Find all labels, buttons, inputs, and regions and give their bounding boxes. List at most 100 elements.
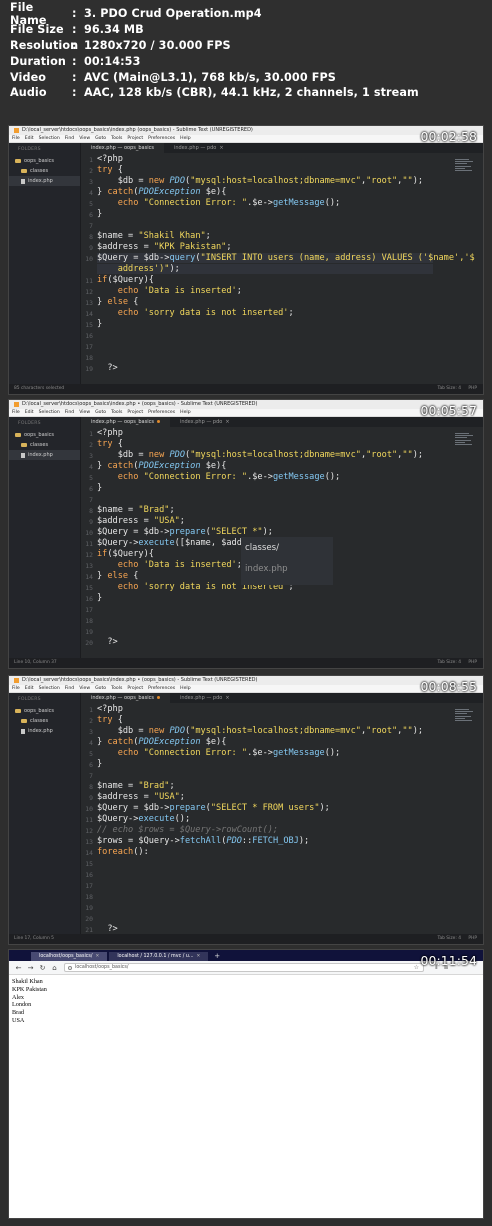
menu-help[interactable]: Help: [180, 409, 190, 416]
tab-close-icon[interactable]: ✕: [197, 952, 201, 961]
code-editor[interactable]: 1 <?php 2 try { 3 $db = new PDO("mysql:hos…: [81, 153, 483, 384]
sidebar-folder-oops-basics[interactable]: oops_basics: [9, 706, 80, 716]
browser-tab-phpmyadmin[interactable]: localhost / 127.0.0.1 / mvc / u... ✕: [109, 952, 209, 961]
menu-project[interactable]: Project: [127, 135, 143, 142]
menu-preferences[interactable]: Preferences: [148, 685, 175, 692]
menu-view[interactable]: View: [79, 409, 90, 416]
menu-view[interactable]: View: [79, 685, 90, 692]
reload-icon[interactable]: ↻: [38, 964, 47, 972]
menu-edit[interactable]: Edit: [25, 135, 34, 142]
line-number: 20: [85, 915, 93, 923]
line-number: 11: [85, 540, 93, 548]
sidebar-file-index[interactable]: index.php: [9, 726, 80, 736]
tab-index-oops[interactable]: index.php — oops_basics: [81, 143, 164, 153]
tab-close-icon[interactable]: ✕: [96, 952, 100, 961]
line-number: 2: [89, 717, 93, 725]
menu-tools[interactable]: Tools: [111, 409, 122, 416]
tab-index-oops[interactable]: index.php — oops_basics: [81, 417, 170, 427]
forward-arrow-icon[interactable]: →: [26, 964, 35, 972]
tab-index-pdo[interactable]: index.php — pdo ×: [170, 693, 240, 703]
menu-selection[interactable]: Selection: [39, 685, 60, 692]
minimap[interactable]: [455, 709, 475, 725]
menu-preferences[interactable]: Preferences: [148, 135, 175, 142]
menu-selection[interactable]: Selection: [39, 135, 60, 142]
menu-find[interactable]: Find: [65, 135, 74, 142]
line-number: 7: [89, 496, 93, 504]
status-syntax[interactable]: PHP: [468, 934, 477, 944]
menu-file[interactable]: File: [12, 409, 20, 416]
tab-close-icon[interactable]: ×: [225, 695, 229, 701]
bookmark-star-icon[interactable]: ☆: [414, 964, 419, 972]
new-tab-button[interactable]: +: [210, 952, 224, 961]
minimap[interactable]: [455, 433, 475, 449]
menu-file[interactable]: File: [12, 685, 20, 692]
sidebar-file-index[interactable]: index.php: [9, 450, 80, 460]
line-number: 9: [89, 518, 93, 526]
sidebar-folder-oops-basics[interactable]: oops_basics: [9, 430, 80, 440]
code-line: $db = new PDO("mysql:host=localhost;dbna…: [97, 726, 424, 736]
sublime-logo-icon: [14, 402, 19, 407]
autocomplete-item[interactable]: classes/: [245, 540, 329, 561]
output-line: KPK Pakistan: [12, 985, 47, 993]
sidebar-folder-classes[interactable]: classes: [9, 716, 80, 726]
menu-find[interactable]: Find: [65, 685, 74, 692]
media-info-panel: File Name:3. PDO Crud Operation.mp4 File…: [0, 0, 492, 120]
tab-index-pdo[interactable]: index.php — pdo ×: [170, 417, 240, 427]
code-editor[interactable]: 1 <?php 2 try { 3 $db = new PDO("mysql:hos…: [81, 427, 483, 658]
menu-preferences[interactable]: Preferences: [148, 409, 175, 416]
status-tab-size[interactable]: Tab Size: 4: [437, 658, 461, 668]
browser-tab-oops-basics[interactable]: localhost/oops_basics/✕: [31, 952, 108, 961]
menu-tools[interactable]: Tools: [111, 685, 122, 692]
info-row-file-name: File Name:3. PDO Crud Operation.mp4: [10, 1, 492, 27]
menu-help[interactable]: Help: [180, 685, 190, 692]
tab-label: index.php — pdo: [179, 695, 223, 701]
line-number: 18: [85, 893, 93, 901]
menu-goto[interactable]: Goto: [95, 135, 106, 142]
status-syntax[interactable]: PHP: [468, 384, 477, 394]
menu-goto[interactable]: Goto: [95, 685, 106, 692]
url-bar[interactable]: localhost/oops_basics/ ☆: [64, 963, 424, 972]
sidebar-folder-classes[interactable]: classes: [9, 166, 80, 176]
line-number: 3: [89, 178, 93, 186]
minimap[interactable]: [455, 159, 475, 175]
code-line: }: [97, 319, 103, 329]
editor-body: FOLDERS oops_basics classes index.php in…: [9, 693, 483, 944]
sidebar-file-index[interactable]: index.php: [9, 176, 80, 186]
menu-find[interactable]: Find: [65, 409, 74, 416]
code-editor[interactable]: 1 <?php 2 try { 3 $db = new PDO("mysql:hos…: [81, 703, 483, 934]
folder-icon: [15, 158, 21, 164]
menu-view[interactable]: View: [79, 135, 90, 142]
sidebar-folder-classes[interactable]: classes: [9, 440, 80, 450]
menu-project[interactable]: Project: [127, 409, 143, 416]
home-icon[interactable]: ⌂: [50, 964, 59, 972]
autocomplete-item[interactable]: index.php: [245, 561, 329, 582]
menu-edit[interactable]: Edit: [25, 409, 34, 416]
menu-project[interactable]: Project: [127, 685, 143, 692]
menu-file[interactable]: File: [12, 135, 20, 142]
tab-close-icon[interactable]: ×: [225, 419, 229, 425]
status-syntax[interactable]: PHP: [468, 658, 477, 668]
status-tab-size[interactable]: Tab Size: 4: [437, 934, 461, 944]
autocomplete-popup[interactable]: classes/ index.php: [241, 537, 333, 585]
sidebar-item-label: oops_basics: [24, 432, 54, 438]
status-tab-size[interactable]: Tab Size: 4: [437, 384, 461, 394]
menu-tools[interactable]: Tools: [111, 135, 122, 142]
code-line: $db = new PDO("mysql:host=localhost;dbna…: [97, 176, 424, 186]
line-number: 2: [89, 167, 93, 175]
editor-body: FOLDERS oops_basics classes index.php in…: [9, 143, 483, 394]
menu-goto[interactable]: Goto: [95, 409, 106, 416]
line-number: 13: [85, 562, 93, 570]
line-number: 16: [85, 595, 93, 603]
line-number: 10: [85, 255, 93, 263]
tab-index-oops[interactable]: index.php — oops_basics: [81, 693, 170, 703]
sidebar-item-label: classes: [30, 718, 49, 724]
menu-edit[interactable]: Edit: [25, 685, 34, 692]
menu-help[interactable]: Help: [180, 135, 190, 142]
tab-close-icon[interactable]: ×: [219, 145, 223, 151]
sidebar-folder-oops-basics[interactable]: oops_basics: [9, 156, 80, 166]
frame-thumbnail-2: 00:05:57 D:\local_server\htdocs\oops_bas…: [8, 399, 484, 669]
tab-index-pdo[interactable]: index.php — pdo ×: [164, 143, 234, 153]
back-arrow-icon[interactable]: ←: [14, 964, 23, 972]
menu-selection[interactable]: Selection: [39, 409, 60, 416]
line-number: 14: [85, 310, 93, 318]
